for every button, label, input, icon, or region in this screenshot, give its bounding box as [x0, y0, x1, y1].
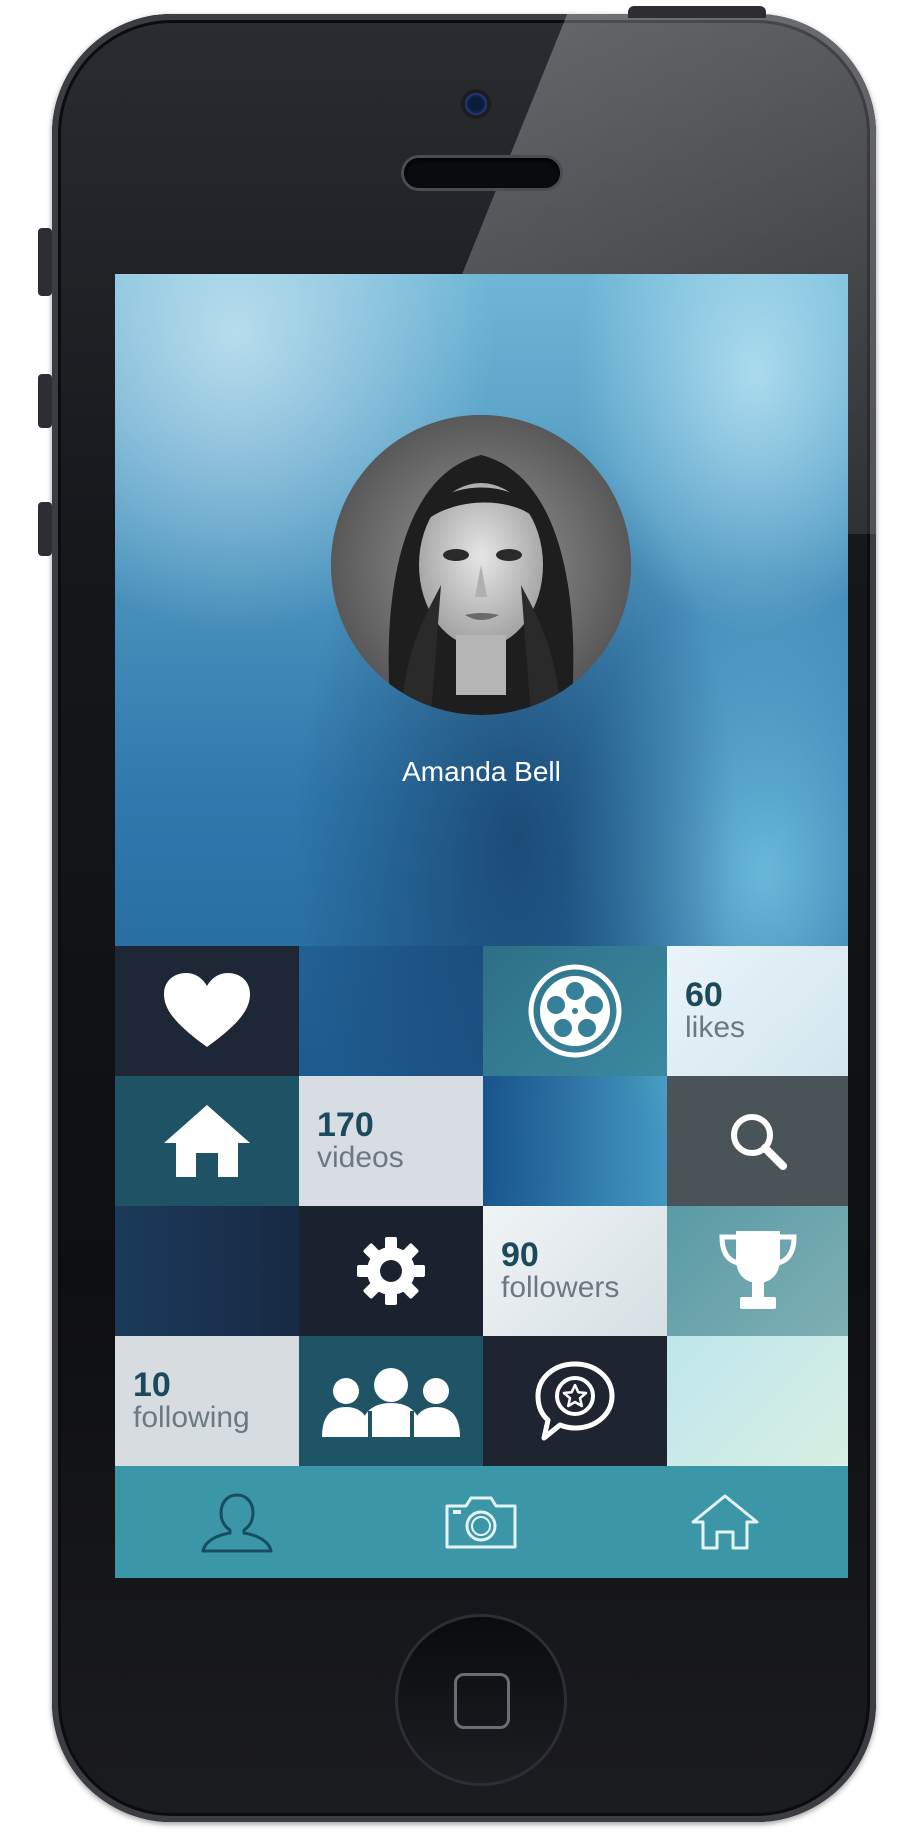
profile-name: Amanda Bell — [402, 756, 561, 787]
volume-down-button — [38, 502, 52, 556]
bottom-tab-bar — [115, 1466, 848, 1578]
heart-icon — [164, 973, 250, 1047]
empty-tile — [667, 1336, 848, 1466]
likes-label: likes — [685, 1011, 746, 1044]
videos-stat-tile[interactable]: 170 videos — [299, 1076, 483, 1206]
followers-label: followers — [501, 1271, 620, 1304]
camera-tab[interactable] — [359, 1466, 603, 1578]
favorites-tile[interactable] — [115, 946, 299, 1076]
home-tile[interactable] — [115, 1076, 299, 1206]
trophy-icon — [718, 1231, 797, 1309]
empty-tile — [115, 1206, 299, 1336]
settings-gear-icon — [357, 1237, 425, 1305]
followers-count: 90 — [501, 1236, 539, 1274]
home-icon — [164, 1105, 250, 1177]
followers-stat-tile[interactable]: 90 followers — [483, 1206, 667, 1336]
messages-tile[interactable] — [483, 1336, 667, 1466]
likes-stat-tile[interactable]: 60 likes — [667, 946, 848, 1076]
videos-count: 170 — [317, 1106, 374, 1144]
home-outline-icon — [691, 1494, 759, 1550]
app-screen: Amanda Bell 60 likes 170 videos 90 follo… — [115, 274, 848, 1578]
mute-switch — [38, 228, 52, 296]
search-icon — [730, 1114, 787, 1170]
empty-tile — [299, 946, 483, 1076]
volume-up-button — [38, 374, 52, 428]
following-count: 10 — [133, 1366, 171, 1404]
user-icon — [201, 1493, 273, 1553]
trophy-tile[interactable] — [667, 1206, 848, 1336]
earpiece-speaker — [404, 158, 560, 188]
film-reel-icon — [528, 964, 622, 1058]
groups-tile[interactable] — [299, 1336, 483, 1466]
following-label: following — [133, 1401, 250, 1434]
videos-reel-tile[interactable] — [483, 946, 667, 1076]
home-tab[interactable] — [603, 1466, 847, 1578]
chat-star-icon — [535, 1361, 615, 1441]
power-button — [628, 6, 766, 18]
likes-count: 60 — [685, 976, 723, 1014]
dashboard-grid: 60 likes 170 videos 90 followers 10 foll… — [115, 946, 848, 1466]
empty-tile — [483, 1076, 667, 1206]
group-icon — [322, 1368, 460, 1437]
settings-tile[interactable] — [299, 1206, 483, 1336]
phone-home-button[interactable] — [398, 1617, 564, 1783]
following-stat-tile[interactable]: 10 following — [115, 1336, 299, 1466]
avatar[interactable] — [331, 415, 631, 715]
front-camera — [465, 93, 487, 115]
camera-icon — [445, 1496, 517, 1549]
search-tile[interactable] — [667, 1076, 848, 1206]
videos-label: videos — [317, 1141, 404, 1174]
profile-tab[interactable] — [115, 1466, 359, 1578]
